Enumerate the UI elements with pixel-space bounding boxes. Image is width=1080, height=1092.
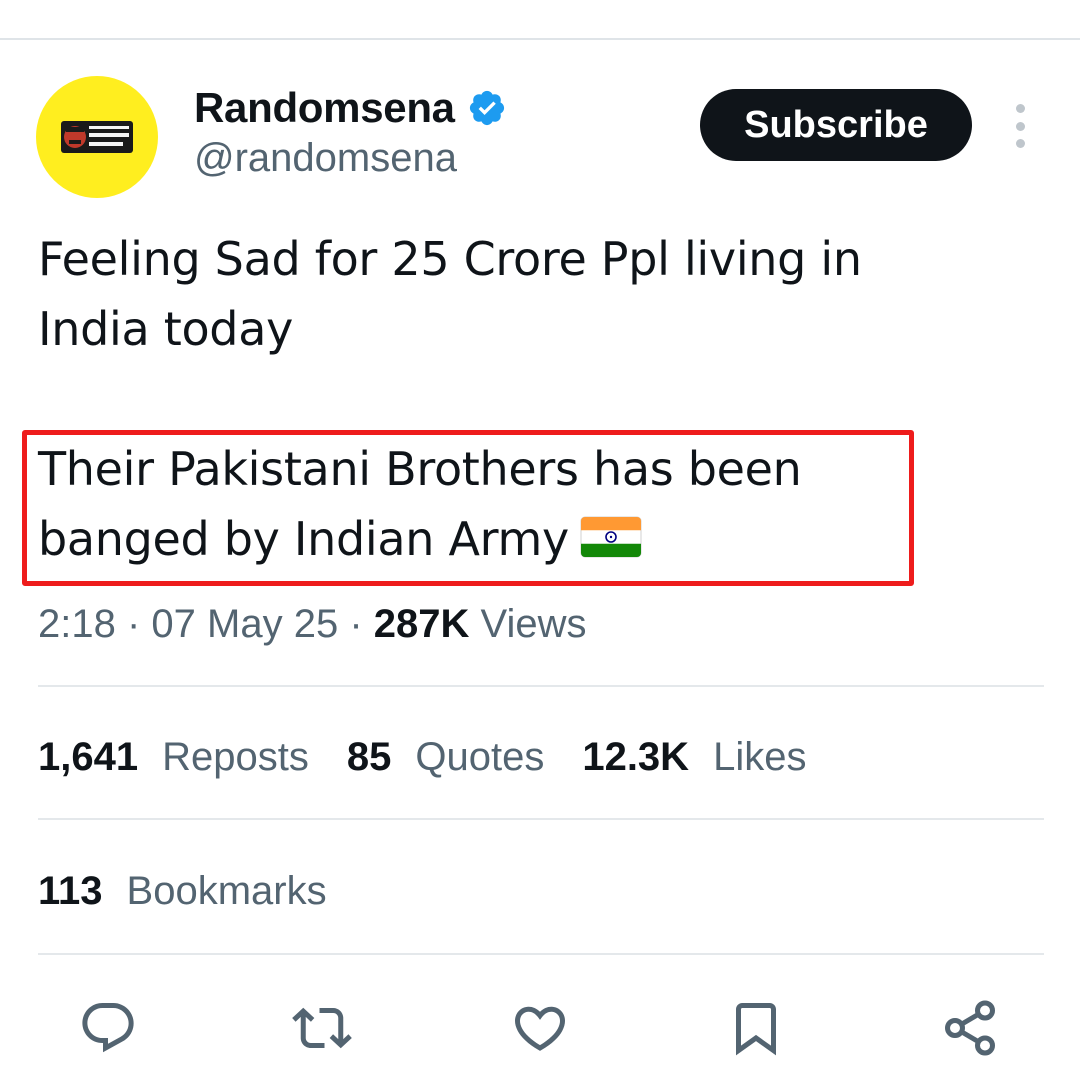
tweet-text-line: India today xyxy=(38,302,294,356)
engagement-stats: 1,641 Reposts 85 Quotes 12.3K Likes xyxy=(38,730,844,784)
reposts-label: Reposts xyxy=(162,735,309,779)
quotes-stat[interactable]: 85 Quotes xyxy=(347,730,544,784)
separator-dot: · xyxy=(349,602,374,646)
views-label: Views xyxy=(480,602,587,646)
bookmarks-label: Bookmarks xyxy=(126,869,327,913)
repost-icon[interactable] xyxy=(290,996,354,1060)
tweet-time[interactable]: 2:18 xyxy=(38,602,116,646)
tweet-date[interactable]: 07 May 25 xyxy=(151,602,338,646)
author-handle[interactable]: @randomsena xyxy=(194,136,457,181)
highlight-annotation-box xyxy=(22,430,914,586)
reposts-stat[interactable]: 1,641 Reposts xyxy=(38,730,309,784)
share-icon[interactable] xyxy=(938,996,1002,1060)
like-icon[interactable] xyxy=(508,996,572,1060)
views-count: 287K xyxy=(373,602,470,646)
top-divider xyxy=(0,38,1080,40)
quotes-count: 85 xyxy=(346,735,392,779)
likes-label: Likes xyxy=(713,735,807,779)
tweet-meta: 2:18 · 07 May 25 · 287K Views xyxy=(38,598,587,650)
more-vertical-icon[interactable] xyxy=(1008,104,1032,148)
quotes-label: Quotes xyxy=(415,735,545,779)
reply-icon[interactable] xyxy=(76,996,140,1060)
separator-dot: · xyxy=(126,602,152,646)
divider xyxy=(38,953,1044,955)
reposts-count: 1,641 xyxy=(38,735,139,779)
bookmarks-stat[interactable]: 113 Bookmarks xyxy=(38,864,327,918)
subscribe-button[interactable]: Subscribe xyxy=(700,89,972,161)
bookmark-icon[interactable] xyxy=(724,996,788,1060)
likes-stat[interactable]: 12.3K Likes xyxy=(582,730,806,784)
author-display-name[interactable]: Randomsena xyxy=(194,84,455,132)
random-indian-logo xyxy=(61,121,133,153)
divider xyxy=(38,818,1044,820)
author-name-row[interactable]: Randomsena xyxy=(194,82,507,134)
verified-badge-icon[interactable] xyxy=(467,88,507,128)
divider xyxy=(38,685,1044,687)
likes-count: 12.3K xyxy=(582,735,690,779)
avatar[interactable] xyxy=(36,76,158,198)
bookmarks-count: 113 xyxy=(38,869,103,913)
tweet-text-line: Feeling Sad for 25 Crore Ppl living in xyxy=(38,232,862,286)
